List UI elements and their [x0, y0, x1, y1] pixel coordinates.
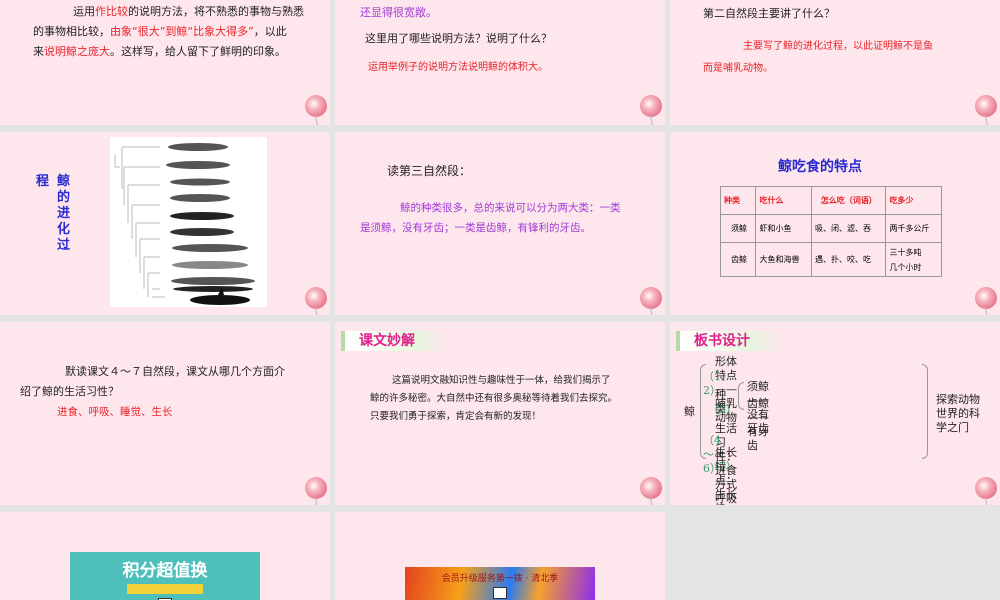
slide-10[interactable]: 积分超值换: [0, 512, 330, 600]
cell: 大鱼和海兽: [755, 242, 812, 277]
small-brace: [738, 382, 744, 410]
text: 鲸的许多秘密。大自然中还有很多奥秘等待着我们去探究。: [370, 393, 618, 404]
question: 默读课文４～７自然段，课文从哪几个方面介 绍了鲸的生活习性？: [20, 362, 285, 402]
cell: 遇、扑、咬、吃: [810, 242, 887, 277]
slide-7[interactable]: 默读课文４～７自然段，课文从哪几个方面介 绍了鲸的生活习性？ 进食、呼吸、睡觉、…: [0, 322, 330, 505]
text: 的事物相比较，: [33, 25, 110, 38]
slide-1-text: 运用作比较的说明方法，将不熟悉的事物与熟悉 的事物相比较，由象“很大”到鲸“比象…: [33, 2, 323, 62]
ad-date-strip: [127, 584, 203, 594]
text: 齿鲸——有牙齿: [747, 397, 769, 452]
ad-title: 会员升级服务第一拨 · 清北季: [441, 574, 559, 584]
cell: 两千多公斤: [885, 214, 942, 243]
section-banner: 课文妙解: [341, 331, 446, 351]
qr-code-icon: [493, 587, 507, 599]
cell: 三十多吨 几个小时: [885, 242, 942, 277]
vertical-title: 程: [36, 174, 50, 189]
cell: 须鲸: [719, 214, 757, 243]
text: 由象“很大”到鲸“比象大得多”: [110, 25, 254, 38]
table-header-row: 种类 吃什么 怎么吃（词语） 吃多少: [719, 186, 942, 215]
question: 第二自然段主要讲了什么？: [703, 7, 835, 20]
text: 鲸的种类很多，总的来说可以分为两大类：一类: [400, 202, 621, 214]
text: 运用: [73, 5, 95, 18]
cell: 虾和小鱼: [755, 214, 812, 243]
slide-9[interactable]: 板书设计 鲸 形体特点——哺乳动物 （1、2） 种类 须鲸——没有牙齿 齿鲸——…: [670, 322, 1000, 505]
text: （3）: [708, 403, 737, 416]
text: 只要我们勇于探索，肯定会有新的发现！: [370, 411, 542, 422]
text: 三十多吨: [889, 247, 922, 257]
pin-icon: [305, 477, 327, 499]
ad-title: 积分超值换: [122, 561, 208, 581]
pin-icon: [640, 477, 662, 499]
header-cell: 吃什么: [755, 186, 812, 215]
conclusion: 探索动物世界的科学之门: [936, 393, 980, 434]
text: 这篇说明文融知识性与趣味性于一体，给我们揭示了: [392, 375, 611, 386]
text: 说明鲸之庞大: [44, 45, 110, 58]
slide-1[interactable]: 运用作比较的说明方法，将不熟悉的事物与熟悉 的事物相比较，由象“很大”到鲸“比象…: [0, 0, 330, 125]
heading: 读第三自然段：: [387, 164, 472, 178]
header-cell: 怎么吃（词语）: [810, 186, 887, 215]
slide-8[interactable]: 课文妙解 这篇说明文融知识性与趣味性于一体，给我们揭示了 鲸的许多秘密。大自然中…: [335, 322, 665, 505]
pin-icon: [640, 287, 662, 309]
pin-icon: [975, 95, 997, 117]
text: （7）: [708, 460, 737, 473]
right-brace: [922, 364, 928, 459]
slide-11[interactable]: 会员升级服务第一拨 · 清北季: [335, 512, 665, 600]
cell: 齿鲸: [719, 242, 757, 277]
text: 几个小时: [889, 262, 922, 272]
text: 。这样写，给人留下了鲜明的印象。: [110, 45, 286, 58]
pin-icon: [975, 477, 997, 499]
paragraph: 这篇说明文融知识性与趣味性于一体，给我们揭示了 鲸的许多秘密。大自然中还有很多奥…: [370, 372, 617, 426]
points-exchange-ad[interactable]: 积分超值换: [70, 552, 260, 600]
header-cell: 吃多少: [885, 186, 942, 215]
section-banner: 板书设计: [676, 331, 781, 351]
answer: 进食、呼吸、睡觉、生长: [57, 406, 173, 418]
question: 这里用了哪些说明方法？说明了什么？: [365, 32, 552, 45]
text: 的说明方法，将不熟悉的事物与熟悉: [128, 5, 304, 18]
membership-ad[interactable]: 会员升级服务第一拨 · 清北季: [405, 567, 595, 600]
vertical-title: 鲸的进化过: [57, 174, 71, 253]
text: 而是哺乳动物。: [703, 63, 773, 74]
text: ，以此: [253, 25, 287, 38]
table-title: 鲸吃食的特点: [778, 159, 862, 175]
root-label: 鲸: [684, 405, 695, 418]
text: 绍了鲸的生活习性？: [20, 385, 119, 398]
text: 默读课文４～７自然段，课文从哪几个方面介: [65, 365, 285, 378]
cut-text: 还显得很宽敞。: [360, 6, 437, 19]
pin-icon: [305, 287, 327, 309]
feeding-table: 种类 吃什么 怎么吃（词语） 吃多少 须鲸 虾和小鱼 吸、闭、滤、吞 两千多公斤…: [719, 186, 942, 277]
slide-6[interactable]: 鲸吃食的特点 种类 吃什么 怎么吃（词语） 吃多少 须鲸 虾和小鱼 吸、闭、滤、…: [670, 132, 1000, 315]
pin-icon: [640, 95, 662, 117]
text: 作比较: [95, 5, 128, 18]
paragraph: 鲸的种类很多，总的来说可以分为两大类：一类 是须鲸，没有牙齿；一类是齿鲸，有锋利…: [360, 198, 621, 238]
table-row: 齿鲸 大鱼和海兽 遇、扑、咬、吃 三十多吨几个小时: [719, 242, 942, 277]
text: 来: [33, 45, 44, 58]
text: 是须鲸，没有牙齿；一类是齿鲸，有锋利的牙齿。: [360, 222, 591, 234]
slide-3[interactable]: 第二自然段主要讲了什么？ 主要写了鲸的进化过程，以此证明鲸不是鱼 而是哺乳动物。: [670, 0, 1000, 125]
whale-evolution-image: [110, 137, 267, 307]
text: 主要写了鲸的进化过程，以此证明鲸不是鱼: [743, 41, 933, 52]
pin-icon: [975, 287, 997, 309]
table-row: 须鲸 虾和小鱼 吸、闭、滤、吞 两千多公斤: [719, 214, 942, 243]
answer: 运用举例子的说明方法说明鲸的体积大。: [368, 62, 548, 73]
text: 生长特点：生长快 寿命长: [715, 446, 737, 505]
header-cell: 种类: [719, 186, 757, 215]
pin-icon: [305, 95, 327, 117]
cell: 吸、闭、滤、吞: [810, 214, 887, 243]
slide-5[interactable]: 读第三自然段： 鲸的种类很多，总的来说可以分为两大类：一类 是须鲸，没有牙齿；一…: [335, 132, 665, 315]
slide-4[interactable]: 鲸的进化过 程: [0, 132, 330, 315]
slide-2[interactable]: 还显得很宽敞。 这里用了哪些说明方法？说明了什么？ 运用举例子的说明方法说明鲸的…: [335, 0, 665, 125]
answer: 主要写了鲸的进化过程，以此证明鲸不是鱼 而是哺乳动物。: [703, 36, 933, 80]
